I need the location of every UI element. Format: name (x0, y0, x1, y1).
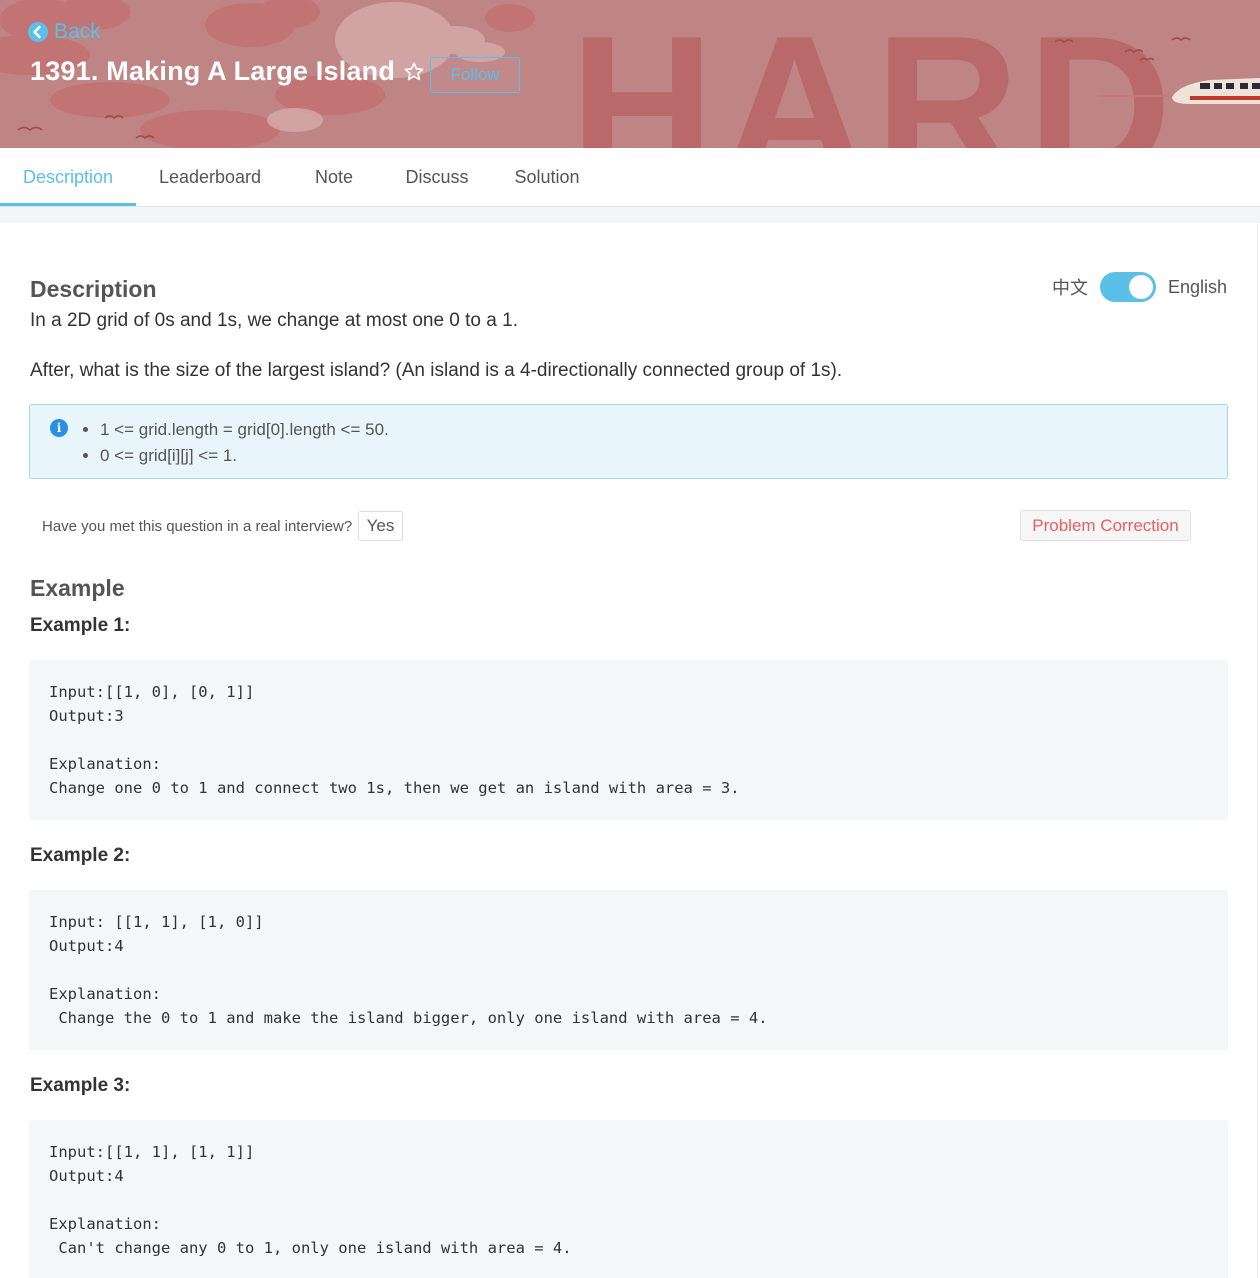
problem-content: Description 中文 English In a 2D grid of 0… (0, 223, 1258, 1278)
problem-title: 1391. Making A Large Island (30, 56, 396, 86)
switch-knob (1128, 275, 1153, 299)
back-circle-icon (28, 22, 48, 42)
back-label: Back (54, 20, 101, 43)
example-code-block: Input: [[1, 1], [1, 0]] Output:4 Explana… (29, 890, 1228, 1050)
constraint-item: 0 <= grid[i][j] <= 1. (100, 443, 389, 469)
constraint-item: 1 <= grid.length = grid[0].length <= 50. (100, 417, 389, 443)
info-icon: i (50, 419, 68, 437)
code-line: Input:[[1, 1], [1, 1]] (49, 1143, 255, 1161)
problem-correction-button[interactable]: Problem Correction (1020, 510, 1191, 541)
example-title: Example 3: (30, 1075, 131, 1096)
code-line: Output:3 (49, 707, 124, 725)
example-code-block: Input:[[1, 1], [1, 1]] Output:4 Explanat… (29, 1120, 1228, 1278)
code-line: Explanation: (49, 985, 161, 1003)
code-line: Output:4 (49, 1167, 124, 1185)
description-paragraph: After, what is the size of the largest i… (30, 360, 843, 381)
language-switch[interactable] (1099, 272, 1156, 302)
language-toggle: 中文 English (1052, 272, 1227, 302)
tab-description[interactable]: Description (0, 148, 136, 207)
tab-leaderboard[interactable]: Leaderboard (136, 148, 284, 207)
code-line: Explanation: (49, 1215, 161, 1233)
problem-banner: HARD Back 1391. Making A Large Island Fo… (0, 0, 1260, 148)
difficulty-watermark: HARD (570, 0, 1180, 148)
code-line: Change one 0 to 1 and connect two 1s, th… (49, 779, 740, 797)
follow-button[interactable]: Follow (430, 57, 520, 93)
code-line: Output:4 (49, 937, 124, 955)
yes-button[interactable]: Yes (358, 511, 403, 541)
example-title: Example 2: (30, 845, 131, 866)
divider (0, 207, 1260, 223)
description-paragraph: In a 2D grid of 0s and 1s, we change at … (30, 310, 518, 331)
star-outline-icon[interactable] (403, 61, 425, 83)
tab-discuss[interactable]: Discuss (392, 148, 482, 207)
tab-solution[interactable]: Solution (500, 148, 594, 207)
code-line: Can't change any 0 to 1, only one island… (49, 1239, 572, 1257)
constraint-list: 1 <= grid.length = grid[0].length <= 50.… (100, 417, 389, 469)
problem-title-row: 1391. Making A Large Island (30, 56, 425, 87)
problem-tabs: Description Leaderboard Note Discuss Sol… (0, 148, 1260, 207)
code-line: Explanation: (49, 755, 161, 773)
active-tab-indicator (0, 203, 136, 206)
back-link[interactable]: Back (28, 20, 101, 44)
code-line: Input: [[1, 1], [1, 0]] (49, 913, 264, 931)
interview-question: Have you met this question in a real int… (42, 518, 353, 535)
tab-note[interactable]: Note (296, 148, 372, 207)
constraints-box: i 1 <= grid.length = grid[0].length <= 5… (29, 404, 1228, 479)
code-line: Change the 0 to 1 and make the island bi… (49, 1009, 768, 1027)
code-line: Input:[[1, 0], [0, 1]] (49, 683, 255, 701)
example-code-block: Input:[[1, 0], [0, 1]] Output:3 Explanat… (29, 660, 1228, 820)
lang-english-label: English (1167, 276, 1227, 297)
lang-chinese-label: 中文 (1051, 278, 1088, 298)
description-heading: Description (30, 276, 157, 302)
example-heading: Example (30, 575, 125, 601)
example-title: Example 1: (30, 615, 131, 636)
